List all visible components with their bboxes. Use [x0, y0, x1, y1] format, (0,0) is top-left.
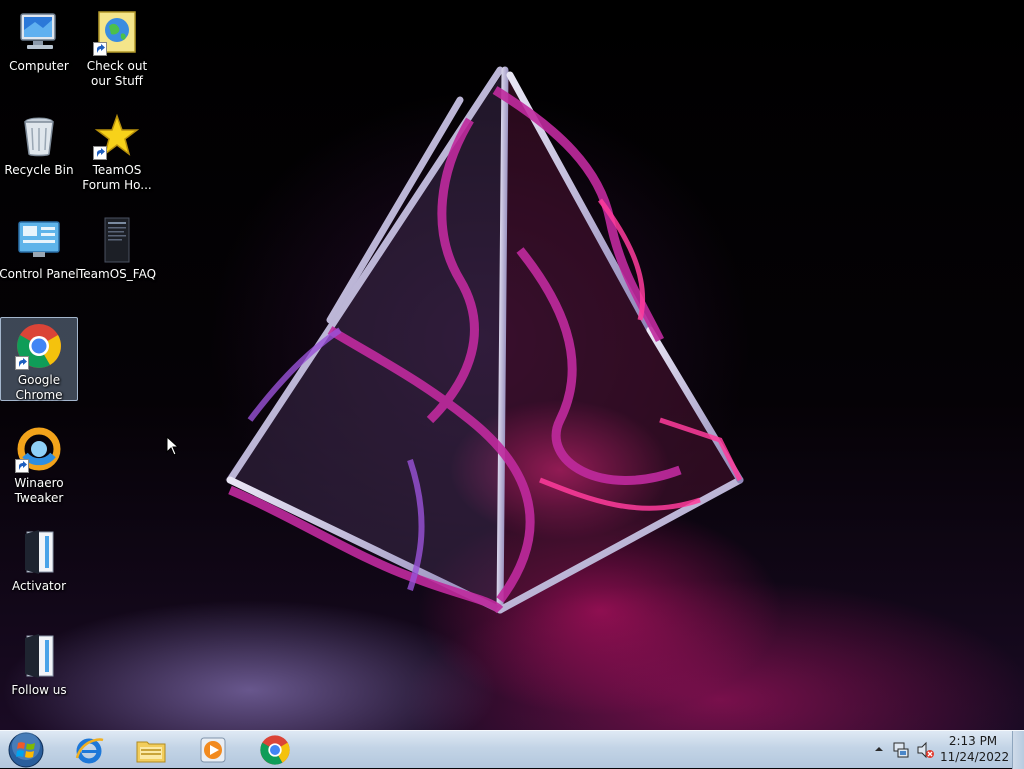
desktop-icon-label: Follow us	[11, 683, 67, 697]
desktop-icon-label: Google Chrome	[15, 373, 63, 402]
taskbar-windows-media-player[interactable]	[184, 732, 242, 768]
clock-time: 2:13 PM	[948, 734, 998, 748]
desktop-icon-activator[interactable]: Activator	[0, 524, 78, 608]
taskbar: 2:13 PM 11/24/2022	[0, 730, 1024, 769]
taskbar-clock[interactable]: 2:13 PM 11/24/2022	[940, 733, 1010, 765]
follow-us-icon	[15, 632, 63, 680]
shortcut-arrow-icon	[93, 42, 107, 56]
recycle-bin-icon	[15, 112, 63, 160]
desktop-icon-teamos-forum[interactable]: TeamOS Forum Ho...	[78, 108, 156, 192]
desktop-icon-google-chrome[interactable]: Google Chrome	[0, 317, 78, 402]
desktop-icon-label: TeamOS_FAQ	[77, 267, 157, 281]
desktop-icon-follow-us[interactable]: Follow us	[0, 628, 78, 712]
winaero-icon	[15, 425, 63, 473]
desktop-icon-label: Computer	[9, 59, 69, 73]
internet-explorer-icon	[75, 738, 104, 764]
star-icon	[93, 112, 141, 160]
network-icon[interactable]	[892, 741, 910, 759]
desktop-icon-label: TeamOS Forum Ho...	[82, 163, 152, 192]
system-tray: 2:13 PM 11/24/2022	[864, 731, 1024, 769]
clock-date: 11/24/2022	[940, 750, 1010, 764]
desktop-icon-computer[interactable]: Computer	[0, 4, 78, 88]
computer-icon	[15, 8, 63, 56]
globe-document-icon	[93, 8, 141, 56]
shortcut-arrow-icon	[15, 459, 29, 473]
mouse-pointer-icon	[166, 436, 180, 456]
media-player-icon	[200, 737, 226, 763]
taskbar-google-chrome[interactable]	[246, 732, 304, 768]
chrome-icon	[15, 322, 63, 370]
desktop-icon-label: Winaero Tweaker	[14, 476, 64, 505]
desktop-icon-recycle-bin[interactable]: Recycle Bin	[0, 108, 78, 192]
shortcut-arrow-icon	[93, 146, 107, 160]
desktop-icon-teamos-faq[interactable]: TeamOS_FAQ	[78, 212, 156, 296]
show-hidden-icons-arrow-icon[interactable]	[874, 744, 884, 754]
folder-icon	[136, 741, 166, 763]
taskbar-internet-explorer[interactable]	[60, 732, 118, 768]
desktop-icon-label: Recycle Bin	[4, 163, 74, 177]
activator-icon	[15, 528, 63, 576]
taskbar-windows-explorer[interactable]	[122, 732, 180, 768]
desktop-icon-label: Control Panel	[0, 267, 79, 281]
shortcut-arrow-icon	[15, 356, 29, 370]
volume-muted-icon[interactable]	[916, 741, 934, 759]
desktop-icon-label: Activator	[11, 579, 67, 593]
control-panel-icon	[15, 216, 63, 264]
chrome-icon	[260, 735, 290, 765]
start-button[interactable]	[6, 731, 46, 769]
desktop-icon-winaero-tweaker[interactable]: Winaero Tweaker	[0, 421, 78, 505]
desktop-icon-control-panel[interactable]: Control Panel	[0, 212, 79, 296]
document-icon	[93, 216, 141, 264]
desktop-icon-check-out-our-stuff[interactable]: Check out our Stuff	[78, 4, 156, 88]
windows-orb-icon	[8, 732, 44, 768]
desktop-icon-label: Check out our Stuff	[86, 59, 148, 88]
show-desktop-button[interactable]	[1012, 731, 1024, 769]
